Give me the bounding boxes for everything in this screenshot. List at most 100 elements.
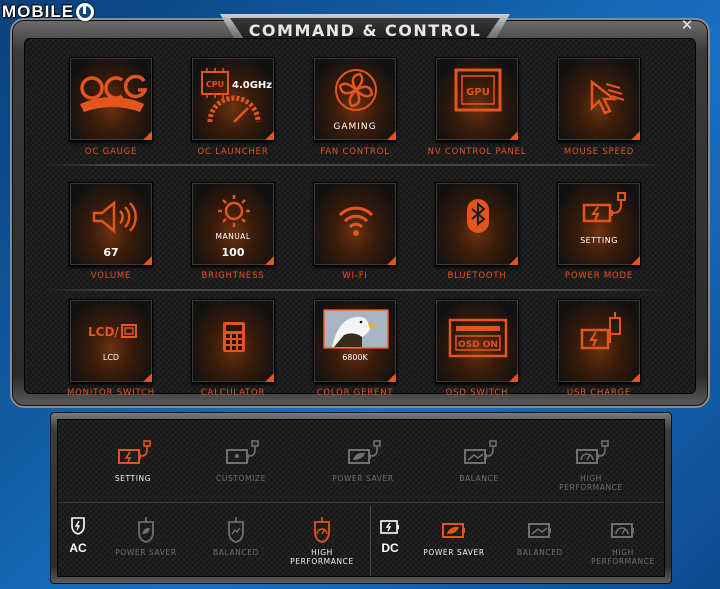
gpu-text: GPU — [466, 87, 490, 98]
shield-gauge-icon — [314, 517, 330, 543]
tile-usb-charge[interactable] — [557, 299, 641, 383]
gpu-icon: GPU — [454, 68, 502, 112]
cpu-text: CPU — [206, 80, 224, 89]
mode-customize[interactable]: CUSTOMIZE — [186, 438, 296, 483]
dc-mode-high-performance[interactable]: HIGH PERFORMANCE — [578, 516, 668, 566]
mode-label: POWER SAVER — [115, 548, 177, 557]
mode-power-saver[interactable]: POWER SAVER — [308, 438, 418, 483]
tile-label-oc-gauge: OC GAUGE — [84, 147, 138, 157]
lcd-monitor-icon: LCD/ — [88, 324, 137, 339]
tile-volume[interactable]: 67 — [69, 182, 153, 266]
ocg-logo-icon — [80, 74, 148, 112]
tile-label-osd-switch: OSD SWITCH — [445, 388, 509, 398]
tile-label-bluetooth: BLUETOOTH — [447, 271, 507, 281]
tile-label-power-mode: POWER MODE — [564, 271, 634, 281]
freq-text: 4.0GHz — [232, 80, 272, 91]
row-divider — [45, 289, 665, 291]
battery-plug-icon — [226, 440, 259, 464]
dc-label: DC — [381, 541, 399, 555]
mode-label: POWER SAVER — [423, 548, 485, 557]
tile-bluetooth[interactable] — [435, 182, 519, 266]
volume-value: 67 — [103, 246, 119, 259]
mode-setting[interactable]: SETTING — [78, 438, 188, 483]
eagle-photo-icon — [323, 309, 389, 349]
panel-divider — [58, 502, 664, 503]
corner-marker — [631, 256, 640, 265]
ac-dc-divider — [370, 506, 371, 576]
corner-marker — [143, 131, 152, 140]
ac-section: AC — [64, 516, 92, 555]
corner-marker — [509, 373, 518, 382]
watermark-logo-icon — [76, 3, 95, 21]
tile-label-usb-charge: USB CHARGE — [566, 388, 632, 398]
mode-label: BALANCED — [213, 548, 259, 557]
shield-balance-icon — [228, 517, 244, 543]
mode-label: CUSTOMIZE — [216, 474, 266, 483]
lcd-icon-text: LCD/ — [88, 325, 119, 339]
corner-marker — [387, 373, 396, 382]
power-mode-panel-body: SETTING CUSTOMIZE POWER SAVER BALANCE HI… — [57, 419, 665, 577]
ac-mode-balanced[interactable]: BALANCED — [186, 516, 286, 557]
tile-label-mouse-speed: MOUSE SPEED — [563, 147, 635, 157]
mode-label: BALANCE — [459, 474, 499, 483]
tile-calculator[interactable] — [191, 299, 275, 383]
battery-balance-icon — [528, 523, 551, 538]
battery-plug-icon — [582, 192, 626, 223]
brightness-mode: MANUAL — [215, 232, 251, 241]
battery-leaf-icon — [348, 440, 381, 464]
tile-fan-control[interactable]: GAMING — [313, 57, 397, 141]
window-title: COMMAND & CONTROL — [248, 20, 482, 40]
cpu-gauge-icon: CPU 4.0GHz — [201, 68, 272, 123]
corner-marker — [631, 373, 640, 382]
mode-label: HIGH PERFORMANCE — [559, 474, 623, 492]
monitor-value: LCD — [102, 353, 120, 362]
tile-brightness[interactable]: MANUAL 100 — [191, 182, 275, 266]
tile-oc-launcher[interactable]: CPU 4.0GHz — [191, 57, 275, 141]
tile-label-color-gerent: COLOR GERENT — [316, 388, 394, 398]
battery-leaf-icon — [442, 523, 465, 538]
tile-oc-gauge[interactable] — [69, 57, 153, 141]
tile-osd-switch[interactable]: OSD ON — [435, 299, 519, 383]
row-divider — [45, 164, 665, 166]
tile-grid: CPU 4.0GHz GAMING GPU OC GAUGE OC LAUNCH… — [24, 38, 696, 398]
ac-mode-power-saver[interactable]: POWER SAVER — [96, 516, 196, 557]
dc-mode-balanced[interactable]: BALANCED — [490, 516, 590, 557]
battery-gauge-icon — [576, 440, 609, 464]
corner-marker — [509, 256, 518, 265]
corner-marker — [265, 373, 274, 382]
osd-text: OSD ON — [458, 340, 498, 350]
power-mode-panel: SETTING CUSTOMIZE POWER SAVER BALANCE HI… — [50, 412, 672, 584]
tile-label-volume: VOLUME — [90, 271, 132, 281]
close-button[interactable]: ✕ — [678, 16, 696, 34]
tile-mouse-speed[interactable] — [557, 57, 641, 141]
tile-label-calculator: CALCULATOR — [200, 388, 266, 398]
corner-marker — [265, 256, 274, 265]
tile-label-fan-control: FAN CONTROL — [320, 147, 390, 157]
tile-wifi[interactable] — [313, 182, 397, 266]
wifi-icon — [338, 206, 374, 236]
dc-section: DC — [376, 518, 404, 555]
mode-high-performance[interactable]: HIGH PERFORMANCE — [536, 438, 646, 492]
corner-marker — [509, 131, 518, 140]
tile-power-mode[interactable]: SETTING — [557, 182, 641, 266]
power-mode-value: SETTING — [580, 236, 618, 245]
dc-battery-icon — [380, 520, 399, 534]
tile-monitor-switch[interactable]: LCD/ LCD — [69, 299, 153, 383]
tile-label-monitor-switch: MONITOR SWITCH — [67, 388, 155, 398]
tile-nv-control-panel[interactable]: GPU — [435, 57, 519, 141]
osd-display-icon: OSD ON — [448, 318, 508, 358]
tile-label-oc-launcher: OC LAUNCHER — [197, 147, 269, 157]
tile-color-gerent[interactable]: 6800K — [313, 299, 397, 383]
dc-mode-power-saver[interactable]: POWER SAVER — [404, 516, 504, 557]
fan-mode-value: GAMING — [333, 122, 377, 132]
corner-marker — [265, 131, 274, 140]
mode-balance[interactable]: BALANCE — [424, 438, 534, 483]
ac-mode-high-performance[interactable]: HIGH PERFORMANCE — [274, 516, 370, 566]
calculator-icon — [223, 322, 245, 352]
watermark-text: MOBILE — [2, 2, 75, 21]
shield-leaf-icon — [138, 517, 154, 543]
color-temperature-value: 6800K — [342, 353, 368, 362]
corner-marker — [143, 256, 152, 265]
corner-marker — [143, 373, 152, 382]
corner-marker — [631, 131, 640, 140]
